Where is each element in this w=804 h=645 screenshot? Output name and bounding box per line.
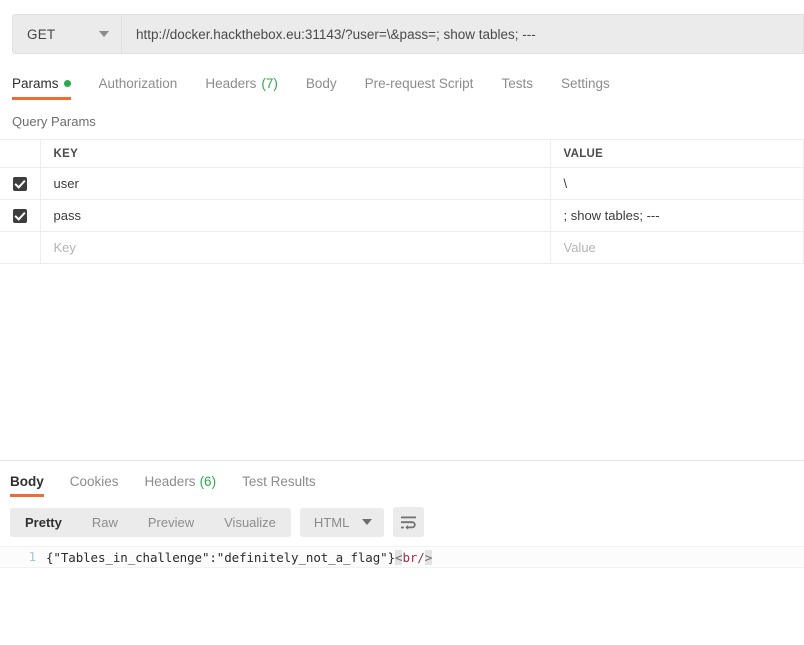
tab-body[interactable]: Body [306,76,351,100]
request-tab-bar: Params Authorization Headers (7) Body Pr… [0,68,804,100]
tab-settings[interactable]: Settings [561,76,624,100]
tag-name-br: br/ [402,550,424,565]
tab-params[interactable]: Params [12,76,85,100]
row-key-cell-empty[interactable]: Key [40,232,550,264]
response-body-line: {"Tables_in_challenge":"definitely_not_a… [46,550,804,565]
response-tab-test-results-label: Test Results [242,474,316,489]
view-mode-preview[interactable]: Preview [133,508,209,537]
table-row: pass ; show tables; --- [0,200,804,232]
response-body-editor[interactable]: 1 {"Tables_in_challenge":"definitely_not… [0,546,804,568]
param-enabled-checkbox-user[interactable] [13,177,27,191]
wrap-lines-button[interactable] [393,507,424,537]
tab-headers-count: (7) [261,76,278,91]
response-tab-bar: Body Cookies Headers (6) Test Results [0,467,804,497]
param-key-user: user [41,176,550,191]
http-method-select[interactable]: GET [12,14,122,54]
tab-tests[interactable]: Tests [501,76,547,100]
response-language-label: HTML [314,515,349,530]
view-mode-visualize[interactable]: Visualize [209,508,291,537]
tab-settings-label: Settings [561,76,610,91]
response-tab-headers-label: Headers [145,474,196,489]
http-method-label: GET [27,27,55,42]
table-row-empty: Key Value [0,232,804,264]
response-tab-cookies-label: Cookies [70,474,119,489]
response-language-select[interactable]: HTML [300,508,384,537]
tab-headers[interactable]: Headers (7) [205,76,292,100]
tab-body-label: Body [306,76,337,91]
tab-pre-request-script-label: Pre-request Script [365,76,474,91]
response-tab-body[interactable]: Body [10,474,44,497]
param-value-input-placeholder: Value [551,240,804,255]
request-url-text: http://docker.hackthebox.eu:31143/?user=… [136,27,536,42]
param-key-pass: pass [41,208,550,223]
header-key-label: KEY [41,148,550,160]
response-pane: Body Cookies Headers (6) Test Results Pr… [0,460,804,568]
header-cell-checkbox [0,140,40,168]
view-mode-raw[interactable]: Raw [77,508,133,537]
query-params-table: KEY VALUE user \ pass [0,139,804,264]
tab-pre-request-script[interactable]: Pre-request Script [365,76,488,100]
modified-dot-icon [64,80,71,87]
query-params-heading: Query Params [0,100,804,139]
tag-close-bracket: > [425,550,432,565]
wrap-lines-icon [400,515,417,530]
row-value-cell-empty[interactable]: Value [550,232,804,264]
tab-headers-label: Headers [205,76,256,91]
header-cell-key: KEY [40,140,550,168]
code-line-row: 1 {"Tables_in_challenge":"definitely_not… [0,546,804,568]
param-key-input-placeholder: Key [41,240,550,255]
tab-tests-label: Tests [501,76,533,91]
row-value-cell[interactable]: \ [550,168,804,200]
param-enabled-checkbox-pass[interactable] [13,209,27,223]
request-url-input[interactable]: http://docker.hackthebox.eu:31143/?user=… [122,14,804,54]
line-number: 1 [0,550,46,564]
row-checkbox-cell [0,200,40,232]
tab-authorization[interactable]: Authorization [99,76,192,100]
response-tab-headers-count: (6) [200,474,217,489]
row-value-cell[interactable]: ; show tables; --- [550,200,804,232]
response-json-text: {"Tables_in_challenge":"definitely_not_a… [46,550,395,565]
header-cell-value: VALUE [550,140,804,168]
row-checkbox-cell [0,168,40,200]
response-tab-test-results[interactable]: Test Results [242,474,316,497]
view-mode-pretty[interactable]: Pretty [10,508,77,537]
response-tab-headers[interactable]: Headers (6) [145,474,217,497]
row-key-cell[interactable]: user [40,168,550,200]
response-view-mode-group: Pretty Raw Preview Visualize [10,508,291,537]
row-checkbox-cell-empty [0,232,40,264]
row-key-cell[interactable]: pass [40,200,550,232]
request-url-bar: GET http://docker.hackthebox.eu:31143/?u… [0,0,804,68]
param-value-user: \ [551,176,804,191]
chevron-down-icon [362,519,372,525]
table-header-row: KEY VALUE [0,140,804,168]
param-value-pass: ; show tables; --- [551,208,804,223]
request-body-empty-area [0,264,804,460]
tab-authorization-label: Authorization [99,76,178,91]
header-value-label: VALUE [551,148,804,160]
tab-params-label: Params [12,76,59,91]
response-viewer-toolbar: Pretty Raw Preview Visualize HTML [0,497,804,546]
chevron-down-icon [99,31,109,37]
response-tab-body-label: Body [10,474,44,489]
response-tab-cookies[interactable]: Cookies [70,474,119,497]
table-row: user \ [0,168,804,200]
